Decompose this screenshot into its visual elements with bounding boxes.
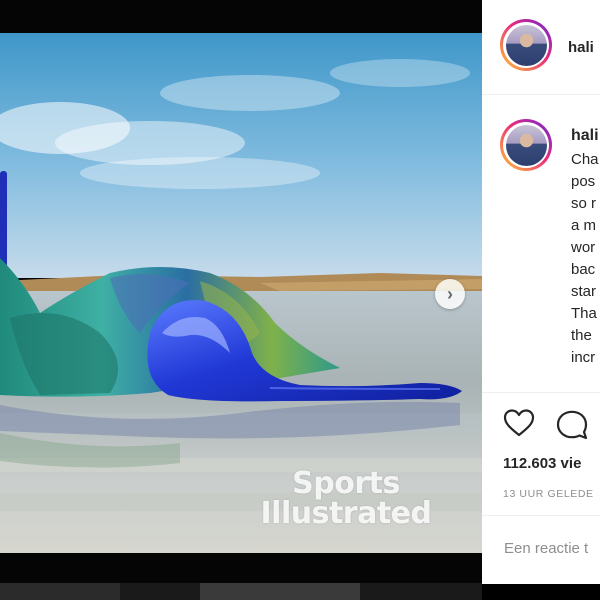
view-count[interactable]: 112.603 vie (503, 455, 581, 472)
sports-illustrated-watermark: Sports Illustrated (226, 469, 466, 529)
post-timestamp[interactable]: 13 UUR GELEDE (503, 488, 594, 500)
background-page-strip (0, 583, 482, 600)
divider (482, 392, 600, 393)
caption-line: star (571, 283, 597, 300)
caption-line: the (571, 327, 592, 344)
comment-input[interactable]: Een reactie t (504, 540, 588, 557)
header-avatar[interactable] (500, 19, 552, 71)
watermark-line-2: Illustrated (260, 496, 432, 531)
caption-line: so r (571, 195, 597, 212)
profile-picture (505, 24, 547, 66)
caption-line: incr (571, 349, 596, 366)
caption-text: Cha pos so r a m wor bac star Tha the in… (571, 149, 600, 369)
comment-button[interactable] (555, 408, 589, 445)
heart-icon (503, 409, 535, 437)
post-photo[interactable]: Sports Illustrated (0, 33, 482, 553)
caption-line: wor (571, 239, 596, 256)
caption-line: Tha (571, 305, 597, 322)
caption-line: pos (571, 173, 596, 190)
caption-username[interactable]: hali (571, 127, 599, 145)
header-username[interactable]: hali (568, 39, 594, 56)
caption-line: bac (571, 261, 596, 278)
caption-line: a m (571, 217, 597, 234)
next-photo-button[interactable]: › (435, 279, 465, 309)
caption-avatar[interactable] (500, 119, 552, 171)
comment-icon (556, 410, 588, 440)
post-side-panel: hali hali Cha pos so r a m wor bac star … (482, 0, 600, 584)
watermark-line-1: Sports (292, 466, 400, 501)
like-button[interactable] (503, 408, 535, 443)
chevron-right-icon: › (447, 283, 453, 304)
post-media-area: Sports Illustrated › (0, 0, 482, 600)
divider (482, 515, 600, 516)
divider (482, 94, 600, 95)
profile-picture (505, 124, 547, 166)
caption-line: Cha (571, 151, 599, 168)
